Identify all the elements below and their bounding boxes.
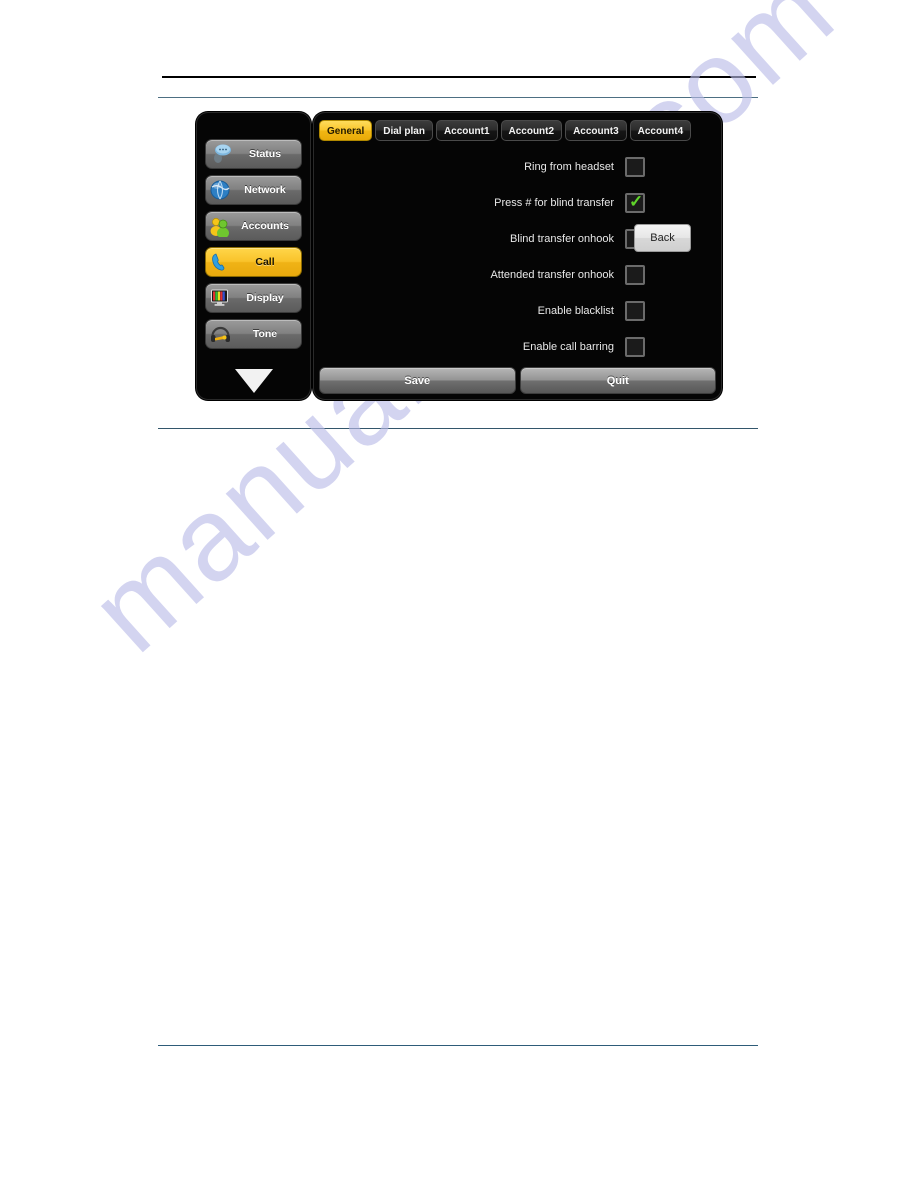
setting-row: Press # for blind transfer ✓ [314,185,721,221]
content-panel: General Dial plan Account1 Account2 Acco… [313,112,722,400]
accounts-icon [209,215,233,237]
setting-row: Ring from headset [314,149,721,185]
setting-row: Enable blacklist [314,293,721,329]
quit-button[interactable]: Quit [519,367,716,394]
sidebar-item-label: Tone [252,328,278,340]
sidebar-item-network[interactable]: Network [205,175,302,205]
setting-label: Blind transfer onhook [510,233,614,245]
tab-dial-plan[interactable]: Dial plan [375,120,433,141]
sidebar-item-tone[interactable]: Tone [205,319,302,349]
setting-label: Enable call barring [522,341,614,353]
checkbox-enable-blacklist[interactable] [625,301,645,321]
device-screenshot: Status Network Accounts Call Display Ton… [196,112,722,400]
back-button[interactable]: Back [634,224,691,252]
sidebar-item-label: Status [248,148,282,160]
sidebar-item-call[interactable]: Call [205,247,302,277]
sidebar: Status Network Accounts Call Display Ton… [196,112,311,400]
tab-bar: General Dial plan Account1 Account2 Acco… [319,120,716,141]
tone-icon [209,323,233,345]
sidebar-scroll-down[interactable] [197,369,310,393]
call-icon [209,251,233,273]
checkbox-ring-from-headset[interactable] [625,157,645,177]
display-icon [209,287,233,309]
tab-general[interactable]: General [319,120,373,141]
sidebar-item-label: Accounts [241,220,289,232]
setting-label: Enable blacklist [537,305,614,317]
check-icon: ✓ [629,192,644,211]
sidebar-item-display[interactable]: Display [205,283,302,313]
sidebar-item-label: Display [246,292,284,304]
checkbox-enable-call-barring[interactable] [625,337,645,357]
figure-rule-blue [158,428,758,429]
status-icon [209,143,233,165]
settings-list: Ring from headset Press # for blind tran… [314,149,721,365]
footer-bar: Save Quit [319,367,716,394]
header-rule-blue [158,97,758,98]
setting-label: Press # for blind transfer [494,197,614,209]
setting-label: Ring from headset [524,161,614,173]
chevron-down-icon [234,369,273,393]
sidebar-item-label: Network [244,184,286,196]
tab-account4[interactable]: Account4 [629,120,692,141]
save-button[interactable]: Save [319,367,516,394]
tab-account3[interactable]: Account3 [565,120,627,141]
setting-row: Attended transfer onhook [314,257,721,293]
setting-row: Enable call barring [314,329,721,365]
checkbox-press-hash-blind-transfer[interactable]: ✓ [625,192,645,213]
network-icon [209,179,233,201]
header-rule-black [162,76,756,78]
checkbox-attended-transfer-onhook[interactable] [625,265,645,285]
setting-label: Attended transfer onhook [490,269,614,281]
footer-rule-blue [158,1045,758,1046]
sidebar-item-accounts[interactable]: Accounts [205,211,302,241]
sidebar-item-label: Call [255,256,275,268]
sidebar-item-status[interactable]: Status [205,139,302,169]
tab-account2[interactable]: Account2 [500,120,563,141]
tab-account1[interactable]: Account1 [435,120,498,141]
